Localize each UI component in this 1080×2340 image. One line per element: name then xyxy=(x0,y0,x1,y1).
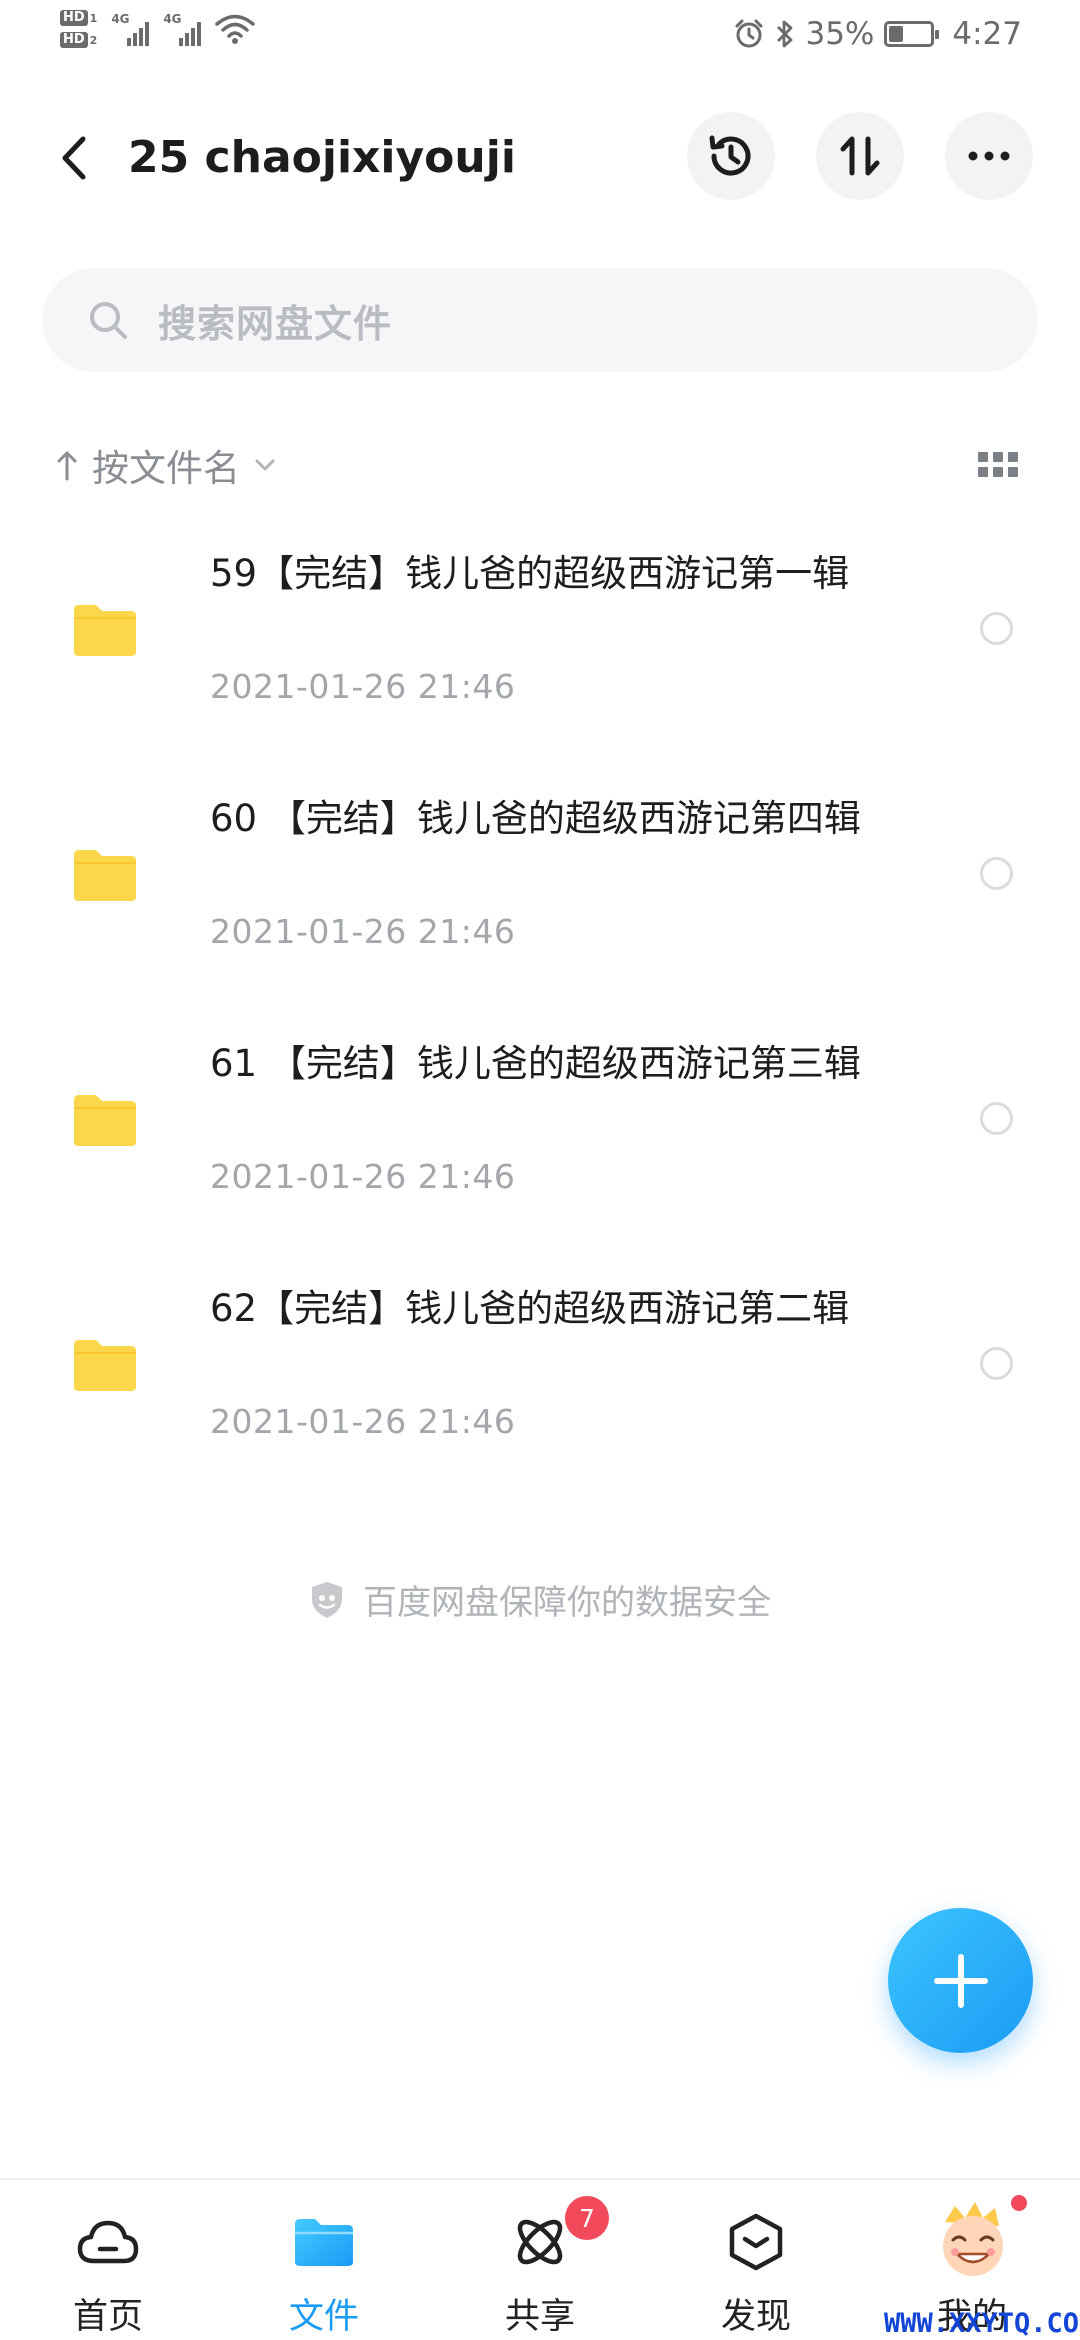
folder-icon xyxy=(292,2210,356,2274)
hd-indicator-2: HD 2 xyxy=(60,32,97,48)
sort-label: 按文件名 xyxy=(92,447,240,490)
more-icon xyxy=(968,151,1010,161)
bottom-nav: 首页 文件 共享 7 发现 我的 WWW.XXYTQ.COM xyxy=(0,2178,1080,2340)
transfer-button[interactable] xyxy=(816,112,904,200)
file-list: 59【完结】钱儿爸的超级西游记第一辑 2021-01-26 21:46 60 【… xyxy=(0,532,1080,1512)
history-button[interactable] xyxy=(687,112,775,200)
select-checkbox[interactable] xyxy=(980,857,1013,890)
file-date: 2021-01-26 21:46 xyxy=(210,1157,516,1196)
app-header: 25 chaojixiyouji xyxy=(0,110,1080,206)
history-icon xyxy=(709,135,751,176)
atom-icon xyxy=(508,2210,572,2274)
search-bar[interactable]: 搜索网盘文件 xyxy=(42,268,1038,372)
alarm-icon xyxy=(735,19,763,48)
file-name: 62【完结】钱儿爸的超级西游记第二辑 xyxy=(210,1287,850,1330)
select-checkbox[interactable] xyxy=(980,1102,1013,1135)
safety-text: 百度网盘保障你的数据安全 xyxy=(363,1583,771,1623)
file-date: 2021-01-26 21:46 xyxy=(210,912,516,951)
cloud-icon xyxy=(76,2210,140,2274)
nav-label: 首页 xyxy=(72,2297,143,2337)
sort-row: 按文件名 xyxy=(0,432,1080,502)
hd-label: HD xyxy=(60,10,88,26)
nav-item-home[interactable]: 首页 xyxy=(0,2180,216,2340)
hd-sim-number: 2 xyxy=(89,33,98,47)
folder-icon xyxy=(74,850,136,901)
chevron-down-icon xyxy=(255,459,275,471)
folder-icon xyxy=(74,1095,136,1146)
more-button[interactable] xyxy=(945,112,1033,200)
avatar[interactable] xyxy=(935,2200,1011,2280)
arrow-up-icon xyxy=(57,451,77,481)
file-name: 59【完结】钱儿爸的超级西游记第一辑 xyxy=(210,552,850,595)
file-name: 61 【完结】钱儿爸的超级西游记第三辑 xyxy=(210,1042,861,1085)
network-type-label: 4G xyxy=(163,12,182,26)
watermark: WWW.XXYTQ.COM xyxy=(884,2308,1080,2339)
back-button[interactable] xyxy=(44,128,104,188)
file-row[interactable]: 60 【完结】钱儿爸的超级西游记第四辑 2021-01-26 21:46 xyxy=(0,777,1080,1022)
add-button[interactable] xyxy=(888,1908,1033,2053)
signal-icon: 4G xyxy=(163,12,202,46)
hd-indicators: HD 1 HD 2 xyxy=(60,10,97,48)
file-date: 2021-01-26 21:46 xyxy=(210,667,516,706)
file-row[interactable]: 61 【完结】钱儿爸的超级西游记第三辑 2021-01-26 21:46 xyxy=(0,1022,1080,1267)
battery-icon xyxy=(884,21,940,47)
wifi-icon xyxy=(215,14,256,44)
nav-label: 文件 xyxy=(288,2297,359,2337)
hd-sim-number: 1 xyxy=(89,11,98,25)
status-bar: HD 1 HD 2 4G 4G 35% 4:27 xyxy=(0,0,1080,70)
transfer-icon xyxy=(840,136,880,176)
status-right: 35% 4:27 xyxy=(733,16,1022,52)
folder-icon xyxy=(74,1340,136,1391)
file-name: 60 【完结】钱儿爸的超级西游记第四辑 xyxy=(210,797,861,840)
nav-label: 发现 xyxy=(720,2297,791,2337)
battery-percent: 35% xyxy=(805,16,875,52)
folder-icon xyxy=(74,605,136,656)
search-placeholder: 搜索网盘文件 xyxy=(158,301,393,346)
nav-item-files[interactable]: 文件 xyxy=(216,2180,432,2340)
select-checkbox[interactable] xyxy=(980,1347,1013,1380)
cube-icon xyxy=(724,2210,788,2274)
hd-indicator-1: HD 1 xyxy=(60,10,97,26)
nav-item-share[interactable]: 共享 xyxy=(432,2180,648,2340)
file-date: 2021-01-26 21:46 xyxy=(210,1402,516,1441)
shield-icon xyxy=(312,1581,342,1618)
signal-icon: 4G xyxy=(111,12,150,46)
notification-dot xyxy=(1008,2192,1030,2214)
network-type-label: 4G xyxy=(111,12,130,26)
page-title: 25 chaojixiyouji xyxy=(128,132,516,183)
plus-icon xyxy=(933,1953,988,2008)
grid-view-icon[interactable] xyxy=(978,452,1018,480)
chevron-left-icon xyxy=(62,136,86,180)
share-badge: 7 xyxy=(565,2196,609,2240)
status-left: HD 1 HD 2 4G 4G xyxy=(60,10,256,48)
hd-label: HD xyxy=(60,32,88,48)
safety-note: 百度网盘保障你的数据安全 xyxy=(0,1575,1080,1624)
file-row[interactable]: 62【完结】钱儿爸的超级西游记第二辑 2021-01-26 21:46 xyxy=(0,1267,1080,1512)
select-checkbox[interactable] xyxy=(980,612,1013,645)
sort-selector[interactable]: 按文件名 xyxy=(56,438,276,492)
bluetooth-icon xyxy=(777,20,793,48)
nav-label: 共享 xyxy=(504,2297,575,2337)
nav-item-discover[interactable]: 发现 xyxy=(648,2180,864,2340)
search-icon xyxy=(86,298,130,342)
file-row[interactable]: 59【完结】钱儿爸的超级西游记第一辑 2021-01-26 21:46 xyxy=(0,532,1080,777)
clock: 4:27 xyxy=(952,16,1022,52)
